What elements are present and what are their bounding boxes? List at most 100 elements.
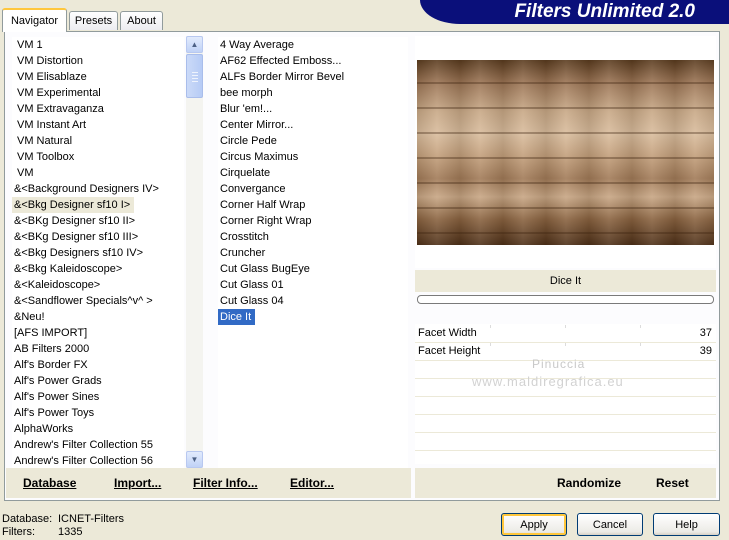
filter-item[interactable]: Corner Right Wrap (218, 213, 408, 229)
category-item-label: VM Instant Art (17, 119, 87, 131)
filter-item[interactable]: Center Mirror... (218, 117, 408, 133)
tab-about[interactable]: About (120, 11, 163, 30)
category-item[interactable]: &<BKg Designer sf10 III> (12, 229, 184, 245)
category-item[interactable]: Alf's Power Grads (12, 373, 184, 389)
category-item[interactable]: VM Extravaganza (12, 101, 184, 117)
filter-info-label: Filter Info... (193, 476, 258, 490)
filter-info-button[interactable]: Filter Info... (193, 476, 258, 490)
scroll-down-button[interactable]: ▼ (186, 451, 203, 468)
filter-item[interactable]: Cut Glass BugEye (218, 261, 408, 277)
category-item[interactable]: [AFS IMPORT] (12, 325, 184, 341)
tab-navigator[interactable]: Navigator (2, 8, 67, 32)
filter-item-label: Cirquelate (220, 167, 271, 179)
param-slot (415, 451, 716, 469)
database-button[interactable]: Database (23, 476, 76, 490)
category-item-label: Alf's Power Sines (14, 391, 100, 403)
help-button[interactable]: Help (653, 513, 720, 536)
editor-button[interactable]: Editor... (290, 476, 334, 490)
category-item-label: VM Extravaganza (17, 103, 104, 115)
import-label: Import... (114, 476, 162, 490)
category-item-label: Alf's Power Toys (14, 407, 95, 419)
status-filters-value: 1335 (58, 526, 83, 538)
category-item[interactable]: VM (12, 165, 184, 181)
app-banner: Filters Unlimited 2.0 (420, 0, 729, 24)
category-item-label: VM Natural (17, 135, 73, 147)
filter-item[interactable]: 4 Way Average (218, 37, 408, 53)
param-value: 39 (699, 345, 712, 357)
randomize-button[interactable]: Randomize (557, 476, 621, 490)
category-item[interactable]: &<Background Designers IV> (12, 181, 184, 197)
filter-item-label: Crosstitch (220, 231, 269, 243)
filter-item-label: Cruncher (220, 247, 266, 259)
category-item-label: &<BKg Designer sf10 III> (14, 231, 139, 243)
status-filters-label: Filters: (2, 526, 35, 538)
filter-item[interactable]: Convergance (218, 181, 408, 197)
category-item-label: VM Distortion (17, 55, 84, 67)
category-item[interactable]: VM Experimental (12, 85, 184, 101)
category-list[interactable]: VM 1 VM Distortion VM Elisablaze VM Experim… (12, 37, 184, 468)
category-item-label: &Neu! (14, 311, 45, 323)
tab-presets[interactable]: Presets (69, 11, 118, 30)
chevron-down-icon: ▼ (190, 455, 199, 464)
category-item[interactable]: VM Natural (12, 133, 184, 149)
help-label: Help (675, 518, 698, 531)
param-facet-width[interactable]: Facet Width 37 (415, 325, 716, 343)
filter-item[interactable]: Cirquelate (218, 165, 408, 181)
filter-item-label: bee morph (220, 87, 273, 99)
category-item[interactable]: &<Bkg Designers sf10 IV> (12, 245, 184, 261)
category-item-label: &<Bkg Designer sf10 I> (12, 197, 135, 213)
category-item[interactable]: AlphaWorks (12, 421, 184, 437)
filter-item[interactable]: Circle Pede (218, 133, 408, 149)
filter-item-label: Corner Right Wrap (220, 215, 312, 227)
filter-item-label: Cut Glass BugEye (220, 263, 310, 275)
category-item[interactable]: VM Distortion (12, 53, 184, 69)
filter-item[interactable]: Dice It (218, 309, 408, 325)
category-item[interactable]: VM Toolbox (12, 149, 184, 165)
filter-item[interactable]: ALFs Border Mirror Bevel (218, 69, 408, 85)
apply-button[interactable]: Apply (501, 513, 567, 536)
selected-filter-name: Dice It (415, 270, 716, 292)
category-item-label: Alf's Power Grads (14, 375, 102, 387)
watermark-url: www.maldiregrafica.eu (472, 374, 624, 389)
category-item[interactable]: &<Bkg Kaleidoscope> (12, 261, 184, 277)
category-item[interactable]: VM Elisablaze (12, 69, 184, 85)
category-item[interactable]: &<Bkg Designer sf10 I> (12, 197, 184, 213)
filter-item-label: ALFs Border Mirror Bevel (220, 71, 345, 83)
filter-item[interactable]: bee morph (218, 85, 408, 101)
category-item[interactable]: Alf's Border FX (12, 357, 184, 373)
category-item[interactable]: &<Kaleidoscope> (12, 277, 184, 293)
filter-item[interactable]: Corner Half Wrap (218, 197, 408, 213)
category-scrollbar[interactable]: ▲ ▼ (186, 36, 203, 468)
category-item[interactable]: &<BKg Designer sf10 II> (12, 213, 184, 229)
cancel-button[interactable]: Cancel (577, 513, 643, 536)
reset-button[interactable]: Reset (656, 476, 689, 490)
category-item[interactable]: &Neu! (12, 309, 184, 325)
filter-item[interactable]: Cruncher (218, 245, 408, 261)
scroll-up-button[interactable]: ▲ (186, 36, 203, 53)
category-item[interactable]: &<Sandflower Specials^v^ > (12, 293, 184, 309)
category-item-label: VM Toolbox (17, 151, 75, 163)
scroll-thumb[interactable] (186, 54, 203, 98)
filter-list[interactable]: 4 Way Average AF62 Effected Emboss... ALFs… (218, 37, 408, 468)
filter-item[interactable]: Circus Maximus (218, 149, 408, 165)
import-button[interactable]: Import... (114, 476, 161, 490)
category-item[interactable]: VM Instant Art (12, 117, 184, 133)
category-item[interactable]: Andrew's Filter Collection 55 (12, 437, 184, 453)
category-item-label: &<BKg Designer sf10 II> (14, 215, 136, 227)
category-item[interactable]: AB Filters 2000 (12, 341, 184, 357)
cancel-label: Cancel (592, 518, 628, 531)
category-item[interactable]: Alf's Power Toys (12, 405, 184, 421)
chevron-up-icon: ▲ (190, 40, 199, 49)
tab-about-label: About (127, 15, 156, 27)
filter-item[interactable]: Blur 'em!... (218, 101, 408, 117)
category-item[interactable]: VM 1 (12, 37, 184, 53)
category-item-label: VM (17, 167, 34, 179)
filter-item[interactable]: Cut Glass 01 (218, 277, 408, 293)
editor-label: Editor... (290, 476, 335, 490)
category-item[interactable]: Alf's Power Sines (12, 389, 184, 405)
category-item[interactable]: Andrew's Filter Collection 56 (12, 453, 184, 468)
filter-item[interactable]: Crosstitch (218, 229, 408, 245)
app-title: Filters Unlimited 2.0 (514, 1, 695, 22)
filter-item[interactable]: AF62 Effected Emboss... (218, 53, 408, 69)
filter-item[interactable]: Cut Glass 04 (218, 293, 408, 309)
